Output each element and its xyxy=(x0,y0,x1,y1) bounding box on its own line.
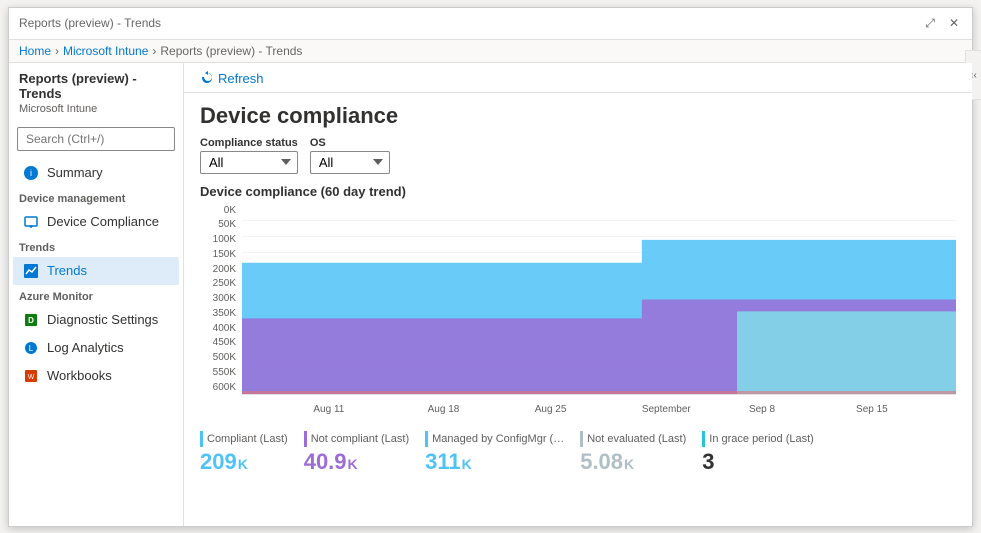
svg-text:L: L xyxy=(29,344,34,353)
breadcrumb-current: Reports (preview) - Trends xyxy=(160,44,302,58)
log-icon: L xyxy=(23,340,39,356)
content-area: Refresh Device compliance Compliance sta… xyxy=(184,63,972,526)
title-bar-left: Reports (preview) - Trends xyxy=(19,16,161,30)
legend-color-not-evaluated xyxy=(580,431,583,447)
legend-value-managed: 311K xyxy=(425,449,564,475)
sidebar-page-title: Reports (preview) - Trends xyxy=(9,63,183,103)
legend-label-text: Managed by ConfigMgr (… xyxy=(432,433,564,445)
content-header: Refresh xyxy=(184,63,972,93)
x-label-sep8: Sep 8 xyxy=(749,404,775,415)
legend-label-text: Compliant (Last) xyxy=(207,433,288,445)
refresh-icon xyxy=(200,71,214,85)
close-button[interactable]: ✕ xyxy=(946,15,962,31)
info-icon: i xyxy=(23,165,39,181)
legend-compliant: Compliant (Last) 209K xyxy=(200,431,288,475)
sidebar-item-label: Device Compliance xyxy=(47,214,159,229)
legend-row: Compliant (Last) 209K Not compliant (Las… xyxy=(184,423,972,479)
chart-svg xyxy=(242,205,956,394)
sidebar-item-label: Workbooks xyxy=(47,368,112,383)
chart-plot xyxy=(242,205,956,395)
breadcrumb: Home › Microsoft Intune › Reports (previ… xyxy=(9,40,972,63)
legend-color-not-compliant xyxy=(304,431,307,447)
chart-section: Device compliance (60 day trend) 600K 55… xyxy=(184,184,972,423)
compliance-filter-label: Compliance status xyxy=(200,137,298,149)
legend-color-grace xyxy=(702,431,705,447)
trends-icon xyxy=(23,263,39,279)
sidebar-item-label: Summary xyxy=(47,165,103,180)
legend-value-compliant: 209K xyxy=(200,449,288,475)
window-title: Reports (preview) - Trends xyxy=(19,16,161,30)
chart-y-axis: 600K 550K 500K 450K 400K 350K 300K 250K … xyxy=(200,205,240,395)
legend-value-not-evaluated: 5.08K xyxy=(580,449,686,475)
main-window: Reports (preview) - Trends ⤢ ✕ Home › Mi… xyxy=(8,7,973,527)
chart-x-axis: Aug 11 Aug 18 Aug 25 September Sep 8 Sep… xyxy=(242,395,956,415)
page-title: Device compliance xyxy=(184,93,972,137)
legend-label-text: Not evaluated (Last) xyxy=(587,433,686,445)
compliance-filter: Compliance status All xyxy=(200,137,298,174)
legend-grace-period: In grace period (Last) 3 xyxy=(702,431,814,475)
os-filter-label: OS xyxy=(310,137,390,149)
search-input[interactable] xyxy=(17,127,175,151)
sidebar-item-label: Log Analytics xyxy=(47,340,124,355)
chart-container: 600K 550K 500K 450K 400K 350K 300K 250K … xyxy=(200,205,956,415)
os-filter-select[interactable]: All xyxy=(310,151,390,174)
window-controls: ⤢ ✕ xyxy=(922,15,962,31)
sidebar-subtitle: Microsoft Intune xyxy=(9,103,183,123)
breadcrumb-intune[interactable]: Microsoft Intune xyxy=(63,44,148,58)
chart-title: Device compliance (60 day trend) xyxy=(200,184,956,199)
sidebar-item-device-compliance[interactable]: Device Compliance xyxy=(13,208,179,236)
sidebar-item-diagnostic[interactable]: D Diagnostic Settings xyxy=(13,306,179,334)
breadcrumb-sep1: › xyxy=(55,44,59,58)
x-label-aug11: Aug 11 xyxy=(313,404,344,415)
device-icon xyxy=(23,214,39,230)
breadcrumb-sep2: › xyxy=(152,44,156,58)
legend-label-text: In grace period (Last) xyxy=(709,433,814,445)
workbooks-icon: W xyxy=(23,368,39,384)
x-label-sep15: Sep 15 xyxy=(856,404,888,415)
diagnostic-icon: D xyxy=(23,312,39,328)
x-label-aug18: Aug 18 xyxy=(428,404,460,415)
sidebar: Reports (preview) - Trends Microsoft Int… xyxy=(9,63,184,526)
os-filter: OS All xyxy=(310,137,390,174)
sidebar-section-azure: Azure Monitor xyxy=(9,285,183,306)
sidebar-item-label: Diagnostic Settings xyxy=(47,312,158,327)
legend-value-grace: 3 xyxy=(702,449,814,475)
x-label-aug25: Aug 25 xyxy=(535,404,567,415)
legend-managed: Managed by ConfigMgr (… 311K xyxy=(425,431,564,475)
main-area: Reports (preview) - Trends Microsoft Int… xyxy=(9,63,972,526)
x-label-sep: September xyxy=(642,404,691,415)
filters-row: Compliance status All OS All xyxy=(184,137,972,184)
sidebar-section-device-management: Device management xyxy=(9,187,183,208)
sidebar-item-log-analytics[interactable]: L Log Analytics xyxy=(13,334,179,362)
svg-text:D: D xyxy=(28,316,34,325)
sidebar-item-trends[interactable]: Trends xyxy=(13,257,179,285)
title-bar: Reports (preview) - Trends ⤢ ✕ xyxy=(9,8,972,40)
sidebar-item-workbooks[interactable]: W Workbooks xyxy=(13,362,179,390)
legend-value-not-compliant: 40.9K xyxy=(304,449,409,475)
legend-color-compliant xyxy=(200,431,203,447)
legend-color-managed xyxy=(425,431,428,447)
expand-button[interactable]: ⤢ xyxy=(922,15,938,31)
sidebar-item-summary[interactable]: i Summary xyxy=(13,159,179,187)
refresh-button[interactable]: Refresh xyxy=(200,71,264,86)
sidebar-section-trends: Trends xyxy=(9,236,183,257)
legend-label-text: Not compliant (Last) xyxy=(311,433,409,445)
svg-text:W: W xyxy=(28,374,35,381)
legend-not-evaluated: Not evaluated (Last) 5.08K xyxy=(580,431,686,475)
compliance-filter-select[interactable]: All xyxy=(200,151,298,174)
sidebar-item-label: Trends xyxy=(47,263,87,278)
breadcrumb-home[interactable]: Home xyxy=(19,44,51,58)
legend-not-compliant: Not compliant (Last) 40.9K xyxy=(304,431,409,475)
